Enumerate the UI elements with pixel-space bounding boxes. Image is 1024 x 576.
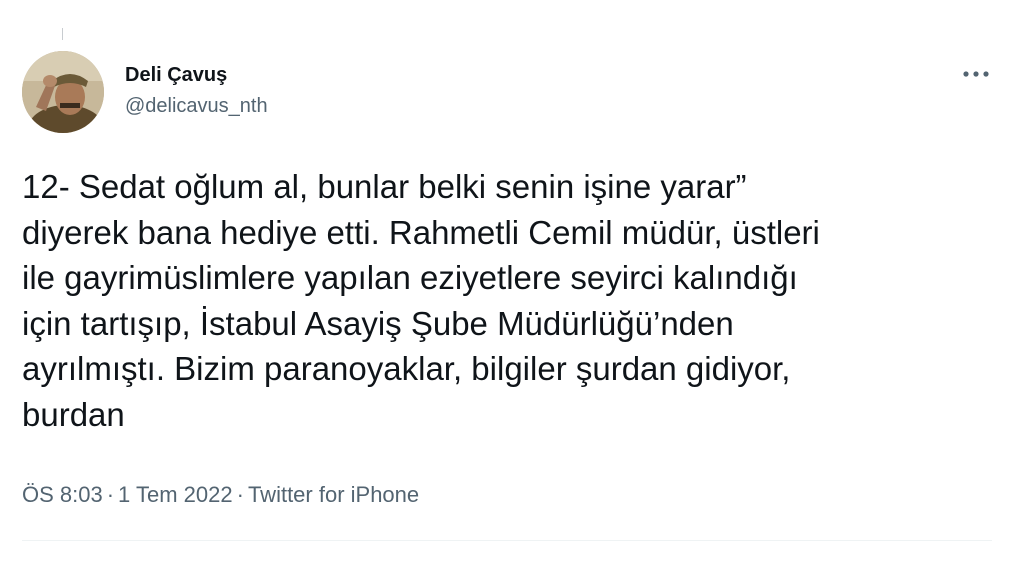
divider (22, 540, 992, 541)
tweet-date[interactable]: 1 Tem 2022 (118, 482, 233, 507)
user-info: Deli Çavuş @delicavus_nth (125, 62, 268, 119)
tweet-metadata: ÖS 8:03 · 1 Tem 2022 · Twitter for iPhone (22, 481, 419, 509)
more-horizontal-icon (963, 71, 989, 77)
tweet-source[interactable]: Twitter for iPhone (248, 482, 419, 507)
tweet-text: 12- Sedat oğlum al, bunlar belki senin i… (22, 168, 820, 433)
avatar-image (22, 51, 104, 133)
meta-separator: · (236, 482, 244, 507)
display-name[interactable]: Deli Çavuş (125, 62, 268, 88)
more-options-button[interactable] (958, 62, 994, 86)
tweet-card: Deli Çavuş @delicavus_nth 12- Sedat oğlu… (0, 0, 1024, 576)
tweet-time[interactable]: ÖS 8:03 (22, 482, 103, 507)
user-handle[interactable]: @delicavus_nth (125, 93, 268, 119)
meta-separator: · (106, 482, 115, 507)
avatar[interactable] (22, 51, 104, 133)
